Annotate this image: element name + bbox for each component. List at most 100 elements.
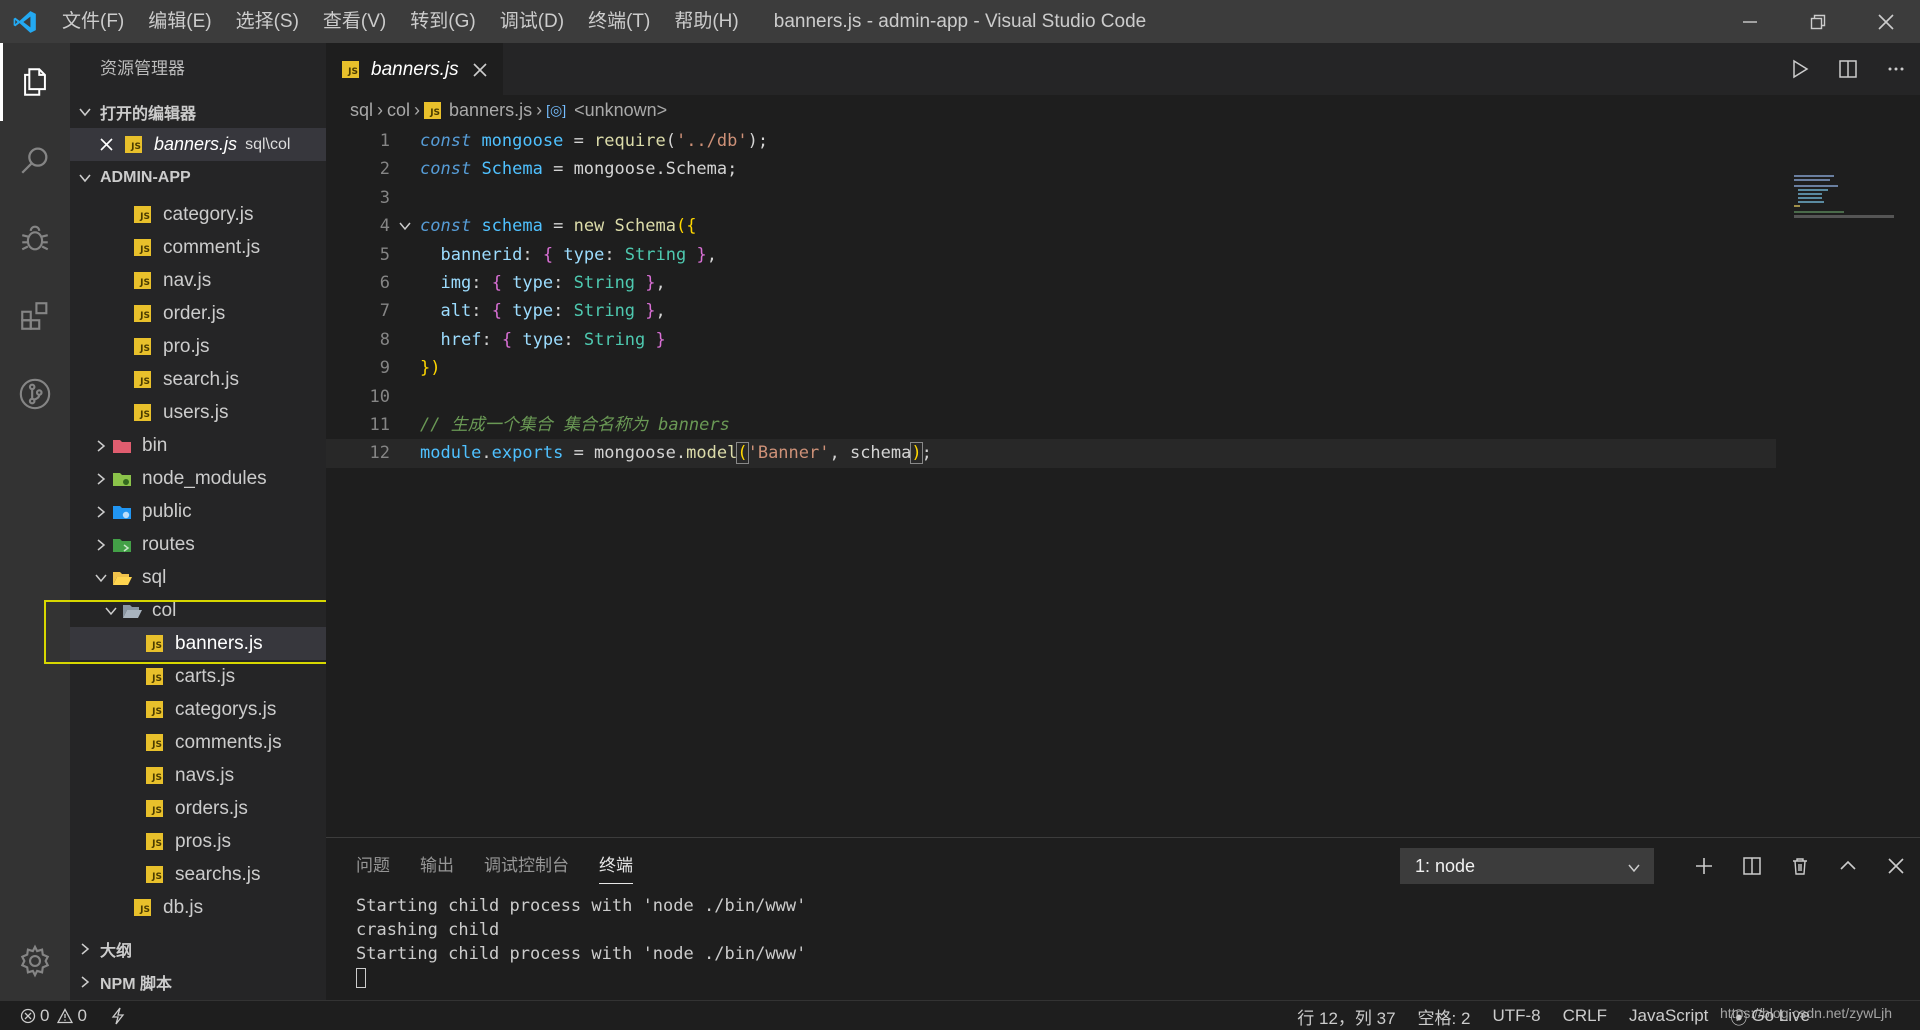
tree-file[interactable]: JS carts.js	[70, 660, 326, 693]
terminal-line: Starting child process with 'node ./bin/…	[356, 944, 807, 964]
chevron-right-icon	[90, 505, 112, 519]
outline-header[interactable]: 大纲	[70, 932, 326, 965]
tree-file[interactable]: JS comment.js	[70, 231, 326, 264]
js-file-icon: JS	[146, 635, 163, 652]
tree-file[interactable]: JS category.js	[70, 198, 326, 231]
maximize-panel-button[interactable]	[1824, 856, 1872, 876]
js-file-icon: JS	[146, 833, 163, 850]
menu-selection[interactable]: 选择(S)	[224, 0, 311, 43]
git-icon[interactable]	[0, 355, 70, 433]
open-editor-path: sql\col	[245, 135, 291, 153]
tree-file[interactable]: JS categorys.js	[70, 693, 326, 726]
tree-file[interactable]: JS search.js	[70, 363, 326, 396]
menu-edit[interactable]: 编辑(E)	[136, 0, 223, 43]
terminal-output[interactable]: Starting child process with 'node ./bin/…	[326, 894, 1920, 990]
code-token: Schema	[481, 159, 543, 180]
run-button[interactable]	[1776, 59, 1824, 79]
close-tab-icon[interactable]	[473, 62, 487, 77]
language-mode[interactable]: JavaScript	[1629, 1006, 1708, 1026]
more-actions-button[interactable]	[1872, 59, 1920, 79]
tree-folder-sql[interactable]: sql	[70, 561, 326, 594]
code-token: type	[563, 244, 605, 265]
terminal-select[interactable]: 1: node	[1400, 848, 1654, 884]
code-editor[interactable]: 1 const mongoose = require('../db'); 2 con…	[326, 127, 1920, 667]
open-editor-name: banners.js	[154, 134, 238, 154]
code-line: 1 const mongoose = require('../db');	[326, 127, 1920, 155]
line-number: 5	[379, 244, 390, 265]
tree-file[interactable]: JS users.js	[70, 396, 326, 429]
menu-terminal[interactable]: 终端(T)	[576, 0, 662, 43]
tree-folder-bin[interactable]: bin	[70, 429, 326, 462]
tree-file[interactable]: JS orders.js	[70, 792, 326, 825]
tree-file[interactable]: JS order.js	[70, 297, 326, 330]
code-token: img	[440, 272, 472, 293]
tree-file[interactable]: JS searchs.js	[70, 858, 326, 891]
debug-icon[interactable]	[0, 199, 70, 277]
project-header[interactable]: ADMIN-APP	[70, 161, 326, 194]
breadcrumb-item[interactable]: banners.js	[449, 100, 532, 121]
tree-folder-col[interactable]: col	[70, 594, 326, 627]
chevron-right-icon	[90, 439, 112, 453]
js-file-icon: JS	[134, 899, 151, 916]
problems-status[interactable]: 0 0	[20, 1006, 87, 1026]
tab-problems[interactable]: 问题	[356, 838, 390, 894]
tab-debug-console[interactable]: 调试控制台	[484, 838, 569, 894]
tree-file[interactable]: JS db.js	[70, 891, 326, 924]
menu-file[interactable]: 文件(F)	[50, 0, 136, 43]
chevron-down-icon	[70, 171, 100, 185]
breadcrumb-item[interactable]: sql	[350, 100, 373, 121]
new-terminal-button[interactable]	[1680, 856, 1728, 876]
menu-view[interactable]: 查看(V)	[311, 0, 398, 43]
tree-file[interactable]: JS comments.js	[70, 726, 326, 759]
kill-terminal-button[interactable]	[1776, 856, 1824, 876]
tab-terminal[interactable]: 终端	[599, 838, 633, 894]
npm-scripts-header[interactable]: NPM 脚本	[70, 965, 326, 998]
tree-file[interactable]: JS nav.js	[70, 264, 326, 297]
file-name: comments.js	[175, 731, 282, 753]
restore-button[interactable]	[1784, 0, 1852, 43]
search-icon[interactable]	[0, 121, 70, 199]
lightning-icon[interactable]	[111, 1007, 125, 1025]
code-token: '../db'	[675, 131, 748, 151]
menu-debug[interactable]: 调试(D)	[488, 0, 576, 43]
open-editor-item[interactable]: JS banners.js sql\col	[70, 128, 326, 161]
tree-folder-node-modules[interactable]: node_modules	[70, 462, 326, 495]
indentation[interactable]: 空格: 2	[1418, 1004, 1471, 1029]
close-panel-button[interactable]	[1872, 856, 1920, 876]
open-editors-header[interactable]: 打开的编辑器	[70, 95, 326, 128]
extensions-icon[interactable]	[0, 277, 70, 355]
minimap[interactable]	[1792, 173, 1902, 223]
breadcrumb-item[interactable]: <unknown>	[574, 100, 667, 121]
tree-file[interactable]: JS pros.js	[70, 825, 326, 858]
minimize-button[interactable]	[1716, 0, 1784, 43]
split-editor-button[interactable]	[1824, 59, 1872, 79]
split-terminal-button[interactable]	[1728, 856, 1776, 876]
chevron-down-icon	[90, 571, 112, 585]
menu-help[interactable]: 帮助(H)	[662, 0, 750, 43]
tab-output[interactable]: 输出	[420, 838, 454, 894]
explorer-icon[interactable]	[0, 43, 70, 121]
tree-folder-routes[interactable]: routes	[70, 528, 326, 561]
tree-file[interactable]: JS navs.js	[70, 759, 326, 792]
breadcrumb-item[interactable]: col	[387, 100, 410, 121]
code-token: href	[440, 329, 482, 350]
code-token: })	[420, 358, 441, 379]
tab-label: banners.js	[371, 58, 459, 80]
tree-file[interactable]: JS pro.js	[70, 330, 326, 363]
js-file-icon: JS	[146, 866, 163, 883]
encoding[interactable]: UTF-8	[1492, 1006, 1540, 1026]
js-file-icon: JS	[146, 800, 163, 817]
settings-gear-icon[interactable]	[0, 922, 70, 1000]
fold-chevron-icon[interactable]	[390, 212, 420, 240]
cursor-position[interactable]: 行 12，列 37	[1297, 1004, 1395, 1029]
code-token: model	[686, 443, 738, 464]
menu-go[interactable]: 转到(G)	[398, 0, 487, 43]
end-of-line[interactable]: CRLF	[1563, 1006, 1607, 1026]
code-line: 5 bannerid: { type: String },	[326, 241, 1920, 269]
tree-folder-public[interactable]: public	[70, 495, 326, 528]
close-icon[interactable]	[100, 138, 113, 151]
tab-banners-js[interactable]: JS banners.js	[326, 43, 503, 95]
tree-file-selected[interactable]: JS banners.js	[70, 627, 326, 660]
editor-actions	[1776, 43, 1920, 95]
close-window-button[interactable]	[1852, 0, 1920, 43]
